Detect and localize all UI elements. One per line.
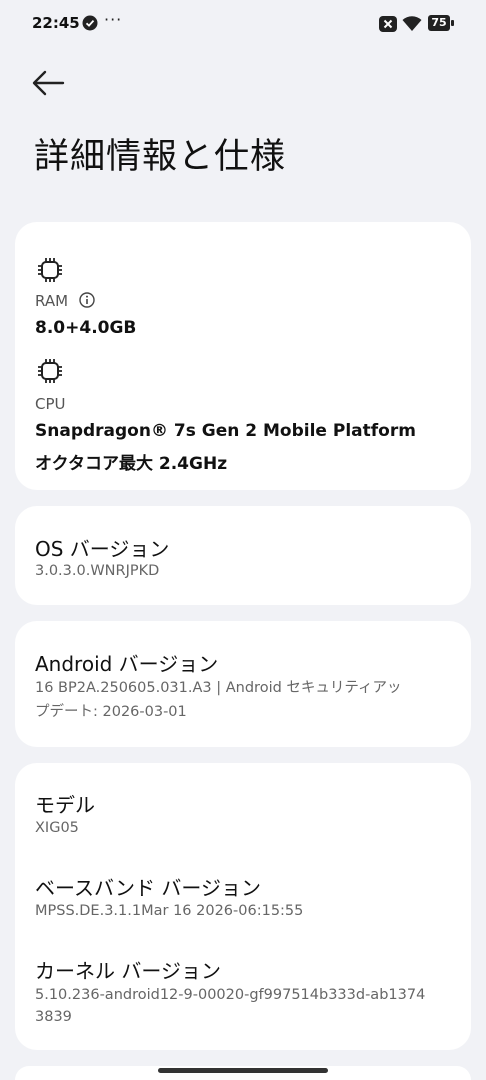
- chip-icon: [38, 359, 62, 383]
- android-version-label: Android バージョン: [35, 652, 219, 676]
- os-version-card[interactable]: OS バージョン 3.0.3.0.WNRJPKD: [15, 506, 471, 605]
- status-bar: 22:45 ··· 75: [0, 0, 486, 48]
- ram-label: RAM: [35, 292, 95, 310]
- wifi-icon: [402, 16, 422, 31]
- chip-icon: [38, 258, 62, 282]
- status-more-icon: ···: [104, 10, 123, 29]
- kernel-version-value: 5.10.236-android12-9-00020-gf997514b333d…: [35, 987, 426, 1003]
- page-title: 詳細情報と仕様: [34, 137, 287, 177]
- cpu-value: Snapdragon® 7s Gen 2 Mobile Platform: [35, 421, 416, 441]
- kernel-version-label: カーネル バージョン: [35, 959, 221, 983]
- model-value: XIG05: [35, 820, 79, 836]
- os-version-label: OS バージョン: [35, 537, 170, 561]
- check-circle-icon: [82, 15, 98, 31]
- os-version-value: 3.0.3.0.WNRJPKD: [35, 563, 160, 579]
- cpu-value-secondary: オクタコア最大 2.4GHz: [35, 454, 228, 474]
- android-version-value: 16 BP2A.250605.031.A3 | Android セキュリティアッ: [35, 680, 402, 696]
- status-time: 22:45: [32, 14, 80, 32]
- ram-value: 8.0+4.0GB: [35, 318, 137, 338]
- gesture-nav-bar[interactable]: [158, 1068, 328, 1073]
- android-version-card[interactable]: Android バージョン 16 BP2A.250605.031.A3 | An…: [15, 621, 471, 747]
- hardware-card: RAM 8.0+4.0GB CPU Snapdragon® 7s Gen 2 M…: [15, 222, 471, 490]
- baseband-version-value: MPSS.DE.3.1.1Mar 16 2026-06:15:55: [35, 903, 304, 919]
- kernel-version-value-continued: 3839: [35, 1009, 72, 1025]
- device-info-card: モデル XIG05 ベースバンド バージョン MPSS.DE.3.1.1Mar …: [15, 763, 471, 1050]
- model-label: モデル: [35, 793, 95, 817]
- baseband-version-label: ベースバンド バージョン: [35, 876, 261, 900]
- close-box-icon: [379, 16, 397, 32]
- battery-level: 75: [431, 16, 447, 29]
- info-icon[interactable]: [79, 292, 95, 308]
- arrow-left-icon[interactable]: [30, 68, 66, 98]
- cpu-label: CPU: [35, 395, 66, 413]
- android-version-value-continued: プデート: 2026-03-01: [35, 704, 187, 720]
